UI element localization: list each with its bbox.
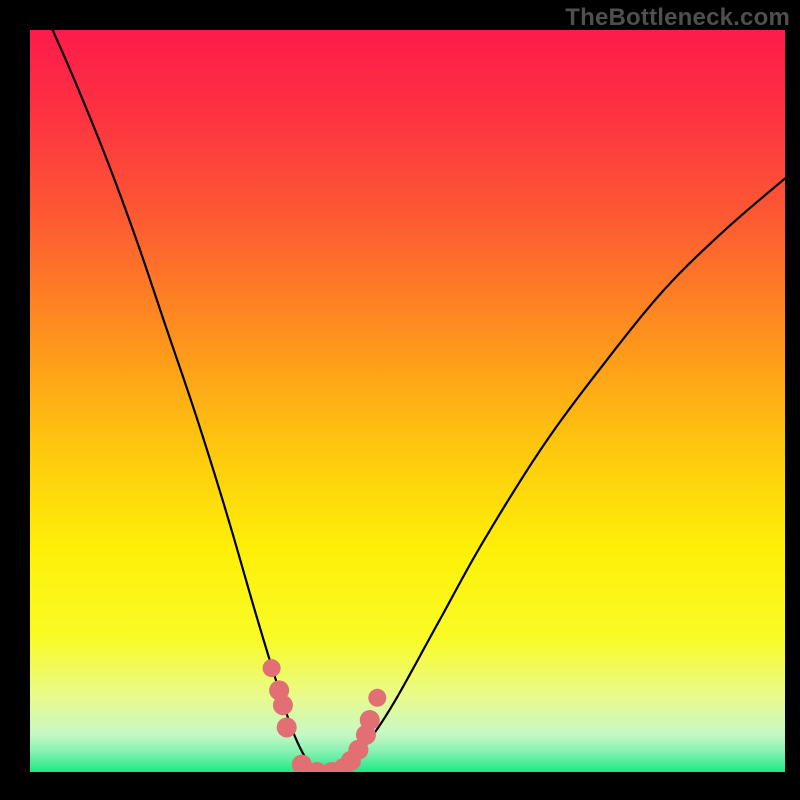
- chart-frame: TheBottleneck.com: [0, 0, 800, 800]
- frame-left: [0, 0, 30, 800]
- frame-bottom: [0, 772, 800, 800]
- bottleneck-chart: [0, 0, 800, 800]
- highlight-marker: [368, 689, 386, 707]
- highlight-marker: [277, 717, 297, 737]
- frame-right: [785, 0, 800, 800]
- highlight-marker: [360, 710, 380, 730]
- highlight-marker: [273, 695, 293, 715]
- highlight-marker: [263, 659, 281, 677]
- watermark-text: TheBottleneck.com: [565, 4, 790, 32]
